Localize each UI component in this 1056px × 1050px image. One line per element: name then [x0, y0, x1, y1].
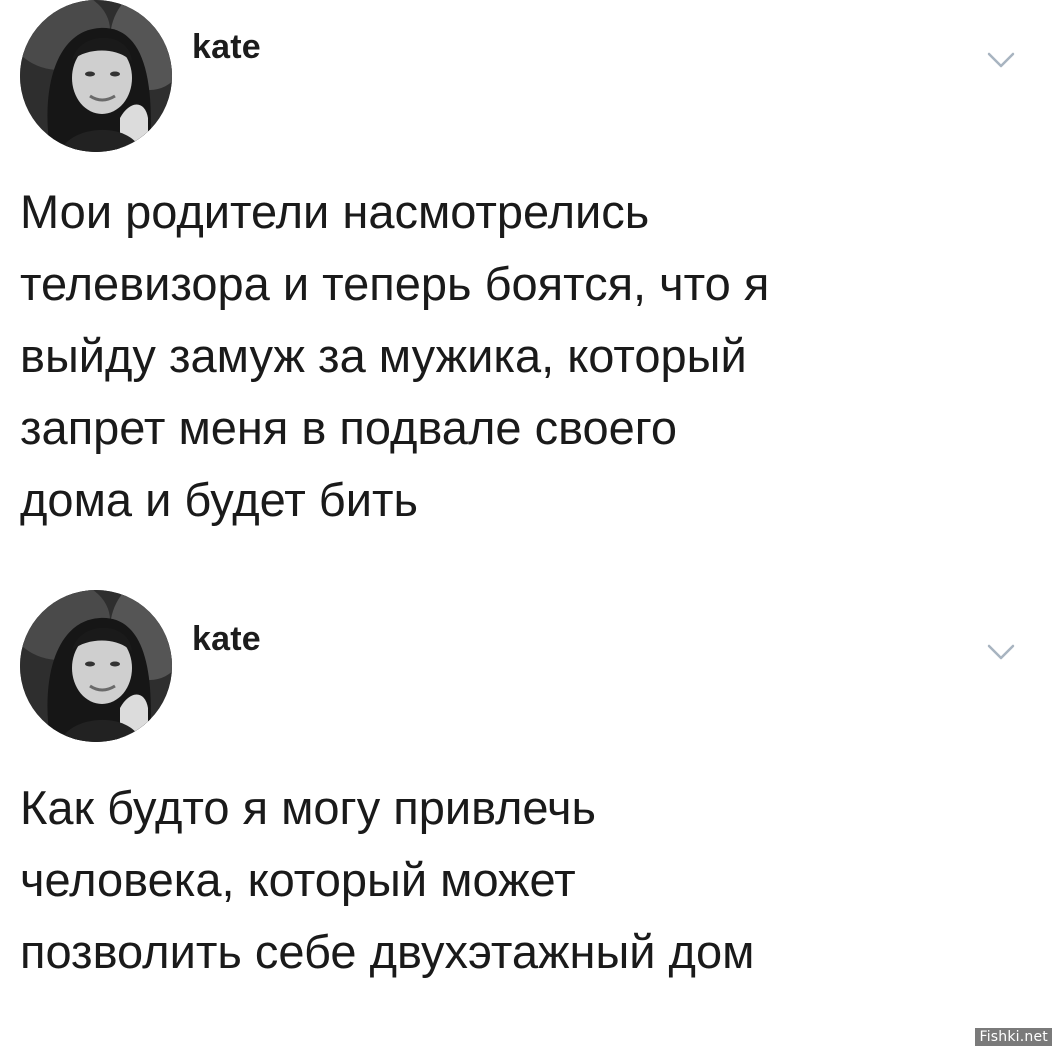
profile-photo-icon: [20, 0, 172, 152]
watermark: Fishki.net: [975, 1028, 1052, 1046]
profile-photo-icon: [20, 590, 172, 742]
avatar[interactable]: [20, 0, 172, 152]
username[interactable]: kate: [192, 620, 261, 659]
chevron-down-icon[interactable]: [986, 50, 1016, 70]
chevron-down-icon[interactable]: [986, 642, 1016, 662]
username[interactable]: kate: [192, 28, 261, 67]
tweet-text: Мои родители насмотрелись телевизора и т…: [20, 185, 770, 526]
tweet-text: Как будто я могу привлечь человека, кото…: [20, 781, 755, 978]
avatar[interactable]: [20, 590, 172, 742]
